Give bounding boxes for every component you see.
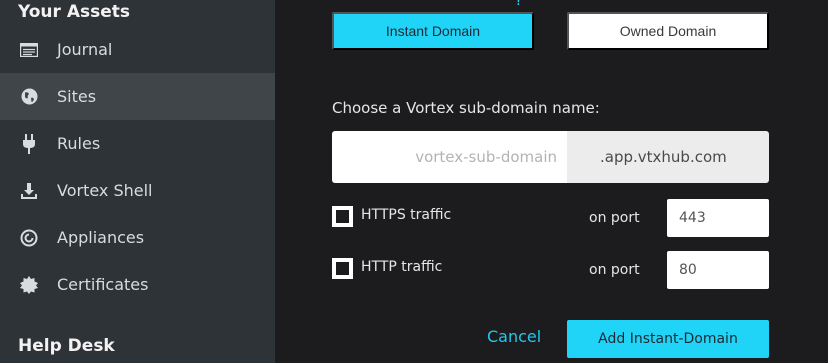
http-label: HTTP traffic xyxy=(361,259,443,275)
subdomain-field-group: .app.vtxhub.com xyxy=(332,131,769,183)
sidebar-item-label: Sites xyxy=(57,87,97,106)
sidebar-item-label: Certificates xyxy=(57,275,149,294)
sidebar-item-rules[interactable]: Rules xyxy=(0,120,275,167)
sidebar-item-label: Appliances xyxy=(57,228,145,247)
cropped-text-fragment: ? xyxy=(515,0,523,9)
certificate-icon xyxy=(19,275,39,295)
add-instant-domain-button[interactable]: Add Instant-Domain xyxy=(567,320,769,358)
https-port-label: on port xyxy=(589,210,640,226)
sidebar-item-journal[interactable]: Journal xyxy=(0,26,275,73)
plug-icon xyxy=(19,133,39,154)
sidebar-item-vortex-shell[interactable]: Vortex Shell xyxy=(0,167,275,214)
appliance-icon xyxy=(19,228,39,248)
domain-suffix: .app.vtxhub.com xyxy=(567,131,769,183)
tab-owned-domain[interactable]: Owned Domain xyxy=(567,12,769,50)
tab-instant-domain[interactable]: Instant Domain xyxy=(332,12,534,50)
http-checkbox[interactable] xyxy=(332,258,353,279)
help-desk-title: Help Desk xyxy=(18,336,115,356)
journal-icon xyxy=(19,40,39,60)
subdomain-input[interactable] xyxy=(332,131,567,183)
sidebar-item-label: Rules xyxy=(57,134,101,153)
sidebar: Your Assets Journal Sites Rules Vortex S… xyxy=(0,0,275,363)
sidebar-item-label: Vortex Shell xyxy=(57,181,153,200)
http-port-label: on port xyxy=(589,262,640,278)
http-port-input[interactable] xyxy=(667,251,769,289)
sidebar-item-appliances[interactable]: Appliances xyxy=(0,214,275,261)
assets-section-title: Your Assets xyxy=(18,2,131,22)
sidebar-item-sites[interactable]: Sites xyxy=(0,73,275,120)
cancel-button[interactable]: Cancel xyxy=(487,327,541,346)
https-checkbox[interactable] xyxy=(332,206,353,227)
globe-icon xyxy=(19,87,39,107)
https-label: HTTPS traffic xyxy=(361,207,452,223)
main-panel: ? Instant Domain Owned Domain Choose a V… xyxy=(275,0,828,363)
sidebar-item-label: Journal xyxy=(57,40,113,59)
download-icon xyxy=(19,181,39,201)
sidebar-item-certificates[interactable]: Certificates xyxy=(0,261,275,308)
subdomain-prompt-label: Choose a Vortex sub-domain name: xyxy=(332,99,600,117)
https-port-input[interactable] xyxy=(667,199,769,237)
